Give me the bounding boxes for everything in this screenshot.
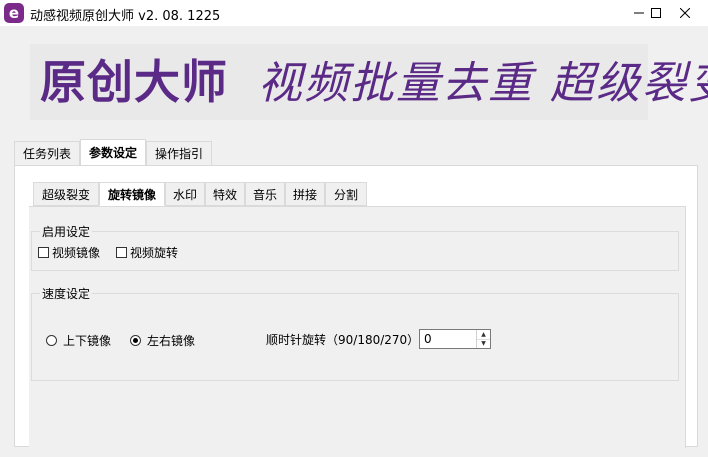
tab-splice[interactable]: 拼接	[285, 182, 325, 206]
enable-settings-label: 启用设定	[40, 223, 93, 240]
checkbox-box	[116, 247, 127, 258]
title-bar: e 动感视频原创大师 v2. 08. 1225	[0, 0, 708, 26]
rotation-label: 顺时针旋转（90/180/270）	[266, 333, 420, 347]
video-mirror-label: 视频镜像	[52, 246, 101, 260]
banner-slogan: 视频批量去重 超级裂变	[258, 58, 708, 109]
spin-buttons: ▲ ▼	[476, 330, 490, 348]
window-title: 动感视频原创大师 v2. 08. 1225	[30, 9, 221, 24]
speed-settings-label: 速度设定	[40, 285, 93, 302]
tab-music[interactable]: 音乐	[245, 182, 285, 206]
rotation-spinbox[interactable]: 0 ▲ ▼	[419, 329, 491, 349]
rotation-value: 0	[424, 332, 432, 346]
horizontal-mirror-radio[interactable]: 左右镜像	[130, 332, 195, 349]
checkbox-box	[38, 247, 49, 258]
rotate-mirror-content: 启用设定 视频镜像 视频旋转 速度设定 上下镜像 左右镜像 顺时针旋转（90/1…	[29, 206, 686, 448]
vertical-mirror-radio[interactable]: 上下镜像	[46, 332, 111, 349]
tab-task-list[interactable]: 任务列表	[14, 141, 80, 165]
tab-split[interactable]: 分割	[325, 182, 367, 206]
close-button[interactable]	[662, 0, 708, 26]
enable-settings-group: 启用设定 视频镜像 视频旋转	[31, 223, 679, 271]
tab-parameter-settings[interactable]: 参数设定	[80, 139, 146, 165]
radio-dot-selected	[130, 335, 141, 346]
tab-rotate-mirror[interactable]: 旋转镜像	[99, 182, 165, 206]
video-rotate-checkbox[interactable]: 视频旋转	[116, 244, 178, 261]
speed-settings-group: 速度设定 上下镜像 左右镜像 顺时针旋转（90/180/270） 0 ▲ ▼	[31, 285, 679, 381]
tab-super-fission[interactable]: 超级裂变	[33, 182, 99, 206]
banner: 原创大师 视频批量去重 超级裂变	[30, 44, 708, 120]
horizontal-mirror-label: 左右镜像	[147, 334, 196, 348]
close-icon	[680, 8, 690, 18]
banner-title: 原创大师	[40, 55, 228, 109]
app-logo-icon: e	[4, 3, 24, 23]
video-mirror-checkbox[interactable]: 视频镜像	[38, 244, 100, 261]
video-rotate-label: 视频旋转	[130, 246, 179, 260]
settings-panel: 超级裂变 旋转镜像 水印 特效 音乐 拼接 分割 启用设定 视频镜像 视频旋转 …	[14, 165, 698, 448]
radio-dot	[46, 335, 57, 346]
vertical-mirror-label: 上下镜像	[63, 334, 112, 348]
tab-operation-guide[interactable]: 操作指引	[146, 141, 212, 165]
maximize-icon	[651, 8, 661, 18]
tab-effects[interactable]: 特效	[205, 182, 245, 206]
tab-watermark[interactable]: 水印	[165, 182, 205, 206]
spin-down-icon[interactable]: ▼	[477, 339, 490, 348]
